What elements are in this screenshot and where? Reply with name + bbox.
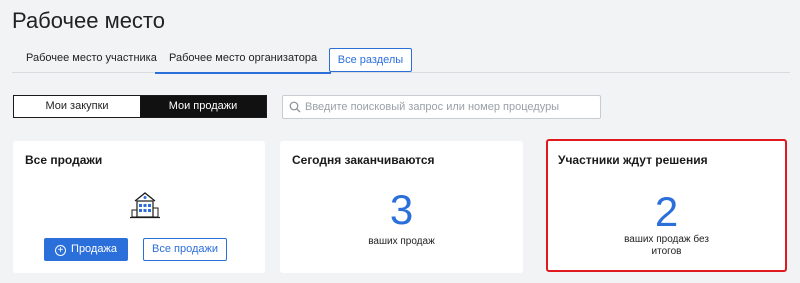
building-icon: [130, 192, 160, 219]
search-input[interactable]: [305, 98, 595, 116]
new-sale-label: Продажа: [71, 243, 117, 255]
all-sections-button[interactable]: Все разделы: [329, 48, 412, 72]
awaiting-decision-caption: ваших продаж без итогов: [624, 234, 709, 257]
tab-organizer-workspace[interactable]: Рабочее место организатора: [155, 44, 332, 74]
new-sale-button[interactable]: + Продажа: [44, 238, 128, 261]
page-title: Рабочее место: [12, 8, 166, 33]
ending-today-title: Сегодня заканчиваются: [292, 153, 435, 167]
awaiting-decision-title: Участники ждут решения: [558, 153, 708, 167]
all-sales-title: Все продажи: [25, 153, 103, 167]
all-sales-button[interactable]: Все продажи: [143, 238, 227, 261]
my-purchases-option[interactable]: Мои закупки: [14, 96, 140, 117]
search-icon: [289, 101, 301, 113]
search-box: [282, 95, 601, 119]
purchases-sales-toggle: Мои закупки Мои продажи: [13, 95, 267, 118]
plus-circle-icon: +: [55, 245, 67, 256]
all-sales-card: Все продажи + Продажа Все продажи: [13, 141, 265, 273]
awaiting-decision-card[interactable]: Участники ждут решения 2 ваших продаж бе…: [546, 139, 787, 272]
ending-today-card[interactable]: Сегодня заканчиваются 3 ваших продаж: [280, 141, 523, 273]
ending-today-count: 3: [389, 186, 414, 233]
my-sales-option[interactable]: Мои продажи: [140, 96, 266, 117]
tab-participant-workspace[interactable]: Рабочее место участника: [12, 44, 171, 73]
ending-today-caption: ваших продаж: [368, 236, 435, 247]
awaiting-decision-count: 2: [654, 188, 679, 235]
